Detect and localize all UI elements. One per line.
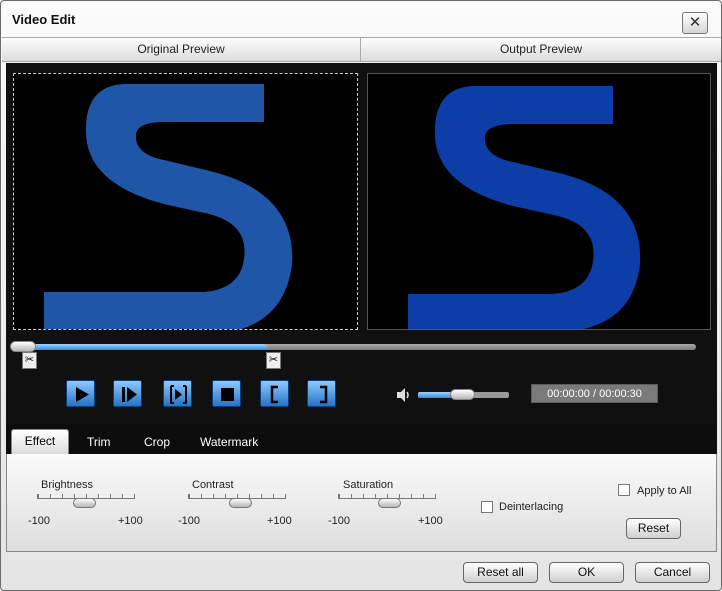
apply-to-all-label[interactable]: Apply to All: [637, 485, 691, 497]
frame-step-icon: [170, 385, 187, 404]
window-title: Video Edit: [12, 12, 76, 27]
mark-in-button[interactable]: [260, 380, 289, 407]
effect-panel: [6, 454, 717, 552]
contrast-max-label: +100: [267, 515, 292, 527]
contrast-label: Contrast: [192, 479, 234, 491]
stop-button[interactable]: [212, 380, 241, 407]
volume-handle[interactable]: [450, 389, 475, 400]
mark-out-button[interactable]: [307, 380, 336, 407]
output-preview-header: Output Preview: [361, 37, 721, 62]
mark-out-icon: [320, 385, 328, 404]
progress-track[interactable]: [15, 344, 696, 350]
tab-crop[interactable]: Crop: [144, 431, 170, 453]
video-edit-window: Video Edit ✕ Original Preview Output Pre…: [0, 0, 722, 591]
play-step-button[interactable]: [113, 380, 142, 407]
saturation-max-label: +100: [418, 515, 443, 527]
original-preview-header: Original Preview: [2, 37, 361, 62]
cancel-button[interactable]: Cancel: [635, 562, 710, 583]
brightness-min-label: -100: [28, 515, 51, 527]
play-icon: [76, 387, 89, 402]
trim-end-marker-icon[interactable]: ✂: [266, 352, 281, 369]
deinterlacing-label[interactable]: Deinterlacing: [499, 501, 563, 513]
contrast-min-label: -100: [178, 515, 201, 527]
close-button[interactable]: ✕: [682, 12, 708, 34]
brightness-label: Brightness: [41, 479, 93, 491]
progress-handle[interactable]: [10, 341, 36, 352]
apply-to-all-checkbox[interactable]: [618, 484, 630, 496]
tab-bar: [6, 424, 717, 454]
play-step-icon: [122, 387, 137, 402]
ok-button[interactable]: OK: [549, 562, 624, 583]
tab-effect[interactable]: Effect: [11, 429, 69, 454]
original-frame-image: [44, 84, 293, 329]
play-button[interactable]: [66, 380, 95, 407]
volume-icon[interactable]: [396, 387, 412, 403]
output-frame-image: [408, 86, 641, 329]
saturation-label: Saturation: [343, 479, 394, 491]
saturation-handle[interactable]: [378, 498, 401, 508]
brightness-max-label: +100: [118, 515, 143, 527]
mark-in-icon: [270, 385, 278, 404]
progress-fill: [15, 344, 267, 350]
brightness-handle[interactable]: [73, 498, 96, 508]
stop-icon: [221, 388, 234, 401]
original-preview-screen: [13, 73, 358, 330]
saturation-min-label: -100: [328, 515, 351, 527]
reset-all-button[interactable]: Reset all: [463, 562, 538, 583]
frame-step-button[interactable]: [163, 380, 192, 407]
reset-button[interactable]: Reset: [626, 518, 681, 539]
title-bar: Video Edit ✕: [1, 1, 721, 37]
output-preview-screen: [367, 73, 711, 330]
tab-watermark[interactable]: Watermark: [200, 431, 258, 453]
contrast-handle[interactable]: [229, 498, 252, 508]
tab-trim[interactable]: Trim: [87, 431, 111, 453]
trim-start-marker-icon[interactable]: ✂: [22, 352, 37, 369]
deinterlacing-checkbox[interactable]: [481, 501, 493, 513]
time-display: 00:00:00 / 00:00:30: [531, 384, 658, 403]
